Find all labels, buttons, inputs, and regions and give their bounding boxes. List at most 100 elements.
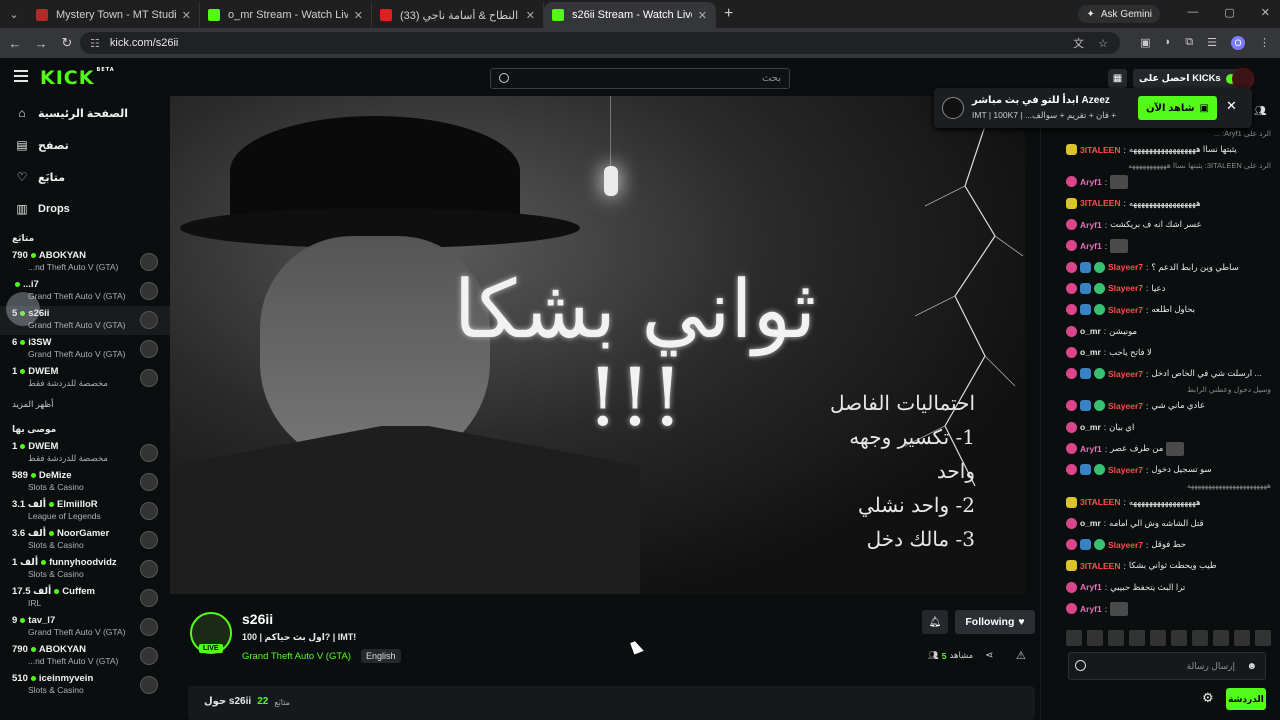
chat-users-icon[interactable]: 👥︎ (1254, 106, 1267, 117)
emoji-icon[interactable]: ☻ (1246, 661, 1257, 672)
chat-username[interactable]: Aryf1 (1080, 241, 1102, 251)
emote-button[interactable] (1234, 630, 1250, 646)
chat-username[interactable]: o_mr (1080, 518, 1101, 528)
chat-colon: : (1104, 582, 1108, 593)
chat-username[interactable]: 3ITALEEN (1080, 561, 1120, 571)
chat-username[interactable]: o_mr (1080, 422, 1101, 432)
chat-username[interactable]: Slayeer7 (1108, 401, 1143, 411)
emote-button[interactable] (1171, 630, 1187, 646)
following-button[interactable]: Following ♥ (955, 610, 1035, 634)
chat-username[interactable]: Slayeer7 (1108, 465, 1143, 475)
tab-search-icon[interactable]: ⌄ (0, 0, 28, 28)
kicks-store-icon[interactable]: ▦ (1108, 69, 1127, 88)
address-bar[interactable]: ☷ kick.com/s26ii 文 ☆ (80, 32, 1120, 54)
translate-icon[interactable]: 文 (1073, 35, 1084, 51)
extension-2-icon[interactable]: ◗ (1165, 36, 1172, 50)
report-icon[interactable]: ⚠ (1016, 649, 1026, 662)
sidebar-channel[interactable]: 1 DWEM مخصصة للدردشة فقط (0, 439, 170, 468)
video-player[interactable]: ثواني بشكا !!! احتماليات الفاصل 1- تكسير… (170, 96, 1025, 594)
emote-button[interactable] (1066, 630, 1082, 646)
viewers-icon: 👥︎ (928, 650, 939, 660)
chat-username[interactable]: Aryf1 (1080, 444, 1102, 454)
chat-settings-gear-icon[interactable]: ⚙ (1202, 690, 1214, 706)
chat-username[interactable]: Slayeer7 (1108, 283, 1143, 293)
sidebar-channel[interactable]: 790 ABOKYAN ...nd Theft Auto V (GTA) (0, 248, 170, 277)
forward-icon[interactable]: → (28, 36, 54, 51)
sidebar-channel[interactable]: 790 ABOKYAN ...nd Theft Auto V (GTA) (0, 642, 170, 671)
chat-username[interactable]: Slayeer7 (1108, 305, 1143, 315)
ask-gemini-button[interactable]: ✦ Ask Gemini (1078, 5, 1160, 23)
chat-username[interactable]: 3ITALEEN (1080, 497, 1120, 507)
sidebar-channel[interactable]: 3.6 ألف NoorGamer Slots & Casino (0, 526, 170, 555)
get-kicks-button[interactable]: احصل على KICKs (1133, 69, 1242, 88)
new-tab-button[interactable]: + (724, 5, 733, 23)
close-window-icon[interactable]: ✕ (1261, 6, 1270, 19)
chat-username[interactable]: 3ITALEEN (1080, 145, 1120, 155)
emote-button[interactable] (1192, 630, 1208, 646)
browser-menu-icon[interactable]: ⋮ (1259, 36, 1270, 50)
hamburger-menu-icon[interactable] (14, 70, 28, 82)
bookmark-star-icon[interactable]: ☆ (1098, 37, 1108, 50)
reload-icon[interactable]: ↻ (54, 35, 80, 51)
sidebar-channel[interactable]: 9 tav_l7 Grand Theft Auto V (GTA) (0, 613, 170, 642)
browser-tab[interactable]: s26ii Stream - Watch Live o ✕ (544, 2, 716, 28)
emote-button[interactable] (1129, 630, 1145, 646)
sidebar-channel[interactable]: 6 i3SW Grand Theft Auto V (GTA) (0, 335, 170, 364)
chat-username[interactable]: 3ITALEEN (1080, 198, 1120, 208)
chat-username[interactable]: Aryf1 (1080, 220, 1102, 230)
sidebar-channel[interactable]: 17.5 ألف Cuffem IRL (0, 584, 170, 613)
emote-button[interactable] (1150, 630, 1166, 646)
share-icon[interactable]: ⋖ (985, 650, 993, 661)
chat-text: يثبتها نساا هههههههههههههههههه (1128, 144, 1237, 155)
sidebar-channel[interactable]: 510 iceinmyvein Slots & Casino (0, 671, 170, 700)
sidebar-channel[interactable]: 1 DWEM مخصصة للدردشة فقط (0, 364, 170, 393)
emote-button[interactable] (1087, 630, 1103, 646)
record-icon[interactable] (1075, 660, 1086, 671)
maximize-icon[interactable]: ▢ (1224, 6, 1234, 19)
emote-button[interactable] (1255, 630, 1271, 646)
tab-close-icon[interactable]: ✕ (182, 9, 191, 22)
tab-close-icon[interactable]: ✕ (526, 9, 535, 22)
tab-close-icon[interactable]: ✕ (698, 9, 707, 22)
show-more-link[interactable]: أظهر المزيد (0, 393, 170, 416)
emote-button[interactable] (1108, 630, 1124, 646)
extension-icon[interactable]: ▣ (1140, 36, 1150, 50)
tab-close-icon[interactable]: ✕ (354, 9, 363, 22)
chat-username[interactable]: Aryf1 (1080, 177, 1102, 187)
browser-tab[interactable]: Mystery Town - MT Studios | M ✕ (28, 2, 200, 28)
streamer-name[interactable]: s26ii (242, 611, 273, 627)
notification-bell-button[interactable]: 🔔︎ (922, 610, 948, 634)
stream-category-link[interactable]: Grand Theft Auto V (GTA) (242, 651, 351, 662)
watch-now-button[interactable]: شاهد الآن ▣ (1138, 96, 1217, 120)
chat-username[interactable]: o_mr (1080, 326, 1101, 336)
minimize-icon[interactable]: — (1187, 6, 1198, 19)
browser-tab[interactable]: o_mr Stream - Watch Live on K ✕ (200, 2, 372, 28)
profile-avatar[interactable]: O (1231, 36, 1245, 50)
sidebar-channel[interactable]: 3.1 ألف ElmiilloR League of Legends (0, 497, 170, 526)
sidebar-nav-item[interactable]: ▤ تصفح (0, 129, 170, 161)
back-icon[interactable]: ← (2, 36, 28, 51)
site-info-icon[interactable]: ☷ (90, 37, 100, 50)
chat-username[interactable]: o_mr (1080, 347, 1101, 357)
chat-send-button[interactable]: الدردشة (1226, 688, 1266, 710)
browser-tab[interactable]: (33) مأمون النطاح & أسامة ناجي ✕ (372, 2, 544, 28)
chat-username[interactable]: Aryf1 (1080, 604, 1102, 614)
chat-username[interactable]: Slayeer7 (1108, 540, 1143, 550)
emote-button[interactable] (1213, 630, 1229, 646)
toast-close-icon[interactable]: ✕ (1226, 98, 1237, 114)
sidebar-nav-item[interactable]: ▥ Drops (0, 193, 170, 225)
kick-logo[interactable]: KICK BETA (40, 67, 115, 89)
chat-input[interactable]: إرسال رسالة ☻ (1068, 652, 1266, 680)
language-tag[interactable]: English (361, 649, 401, 663)
user-avatar[interactable] (1232, 68, 1254, 90)
reading-list-icon[interactable]: ☰ (1207, 36, 1217, 50)
extensions-puzzle-icon[interactable]: ⧉ (1185, 36, 1193, 50)
sidebar-nav-item[interactable]: ⌂ الصفحة الرئيسية (0, 97, 170, 129)
sidebar-channel[interactable]: 589 DeMize Slots & Casino (0, 468, 170, 497)
chat-username[interactable]: Slayeer7 (1108, 369, 1143, 379)
chat-username[interactable]: Aryf1 (1080, 582, 1102, 592)
sidebar-channel[interactable]: 1 ألف funnyhoodvidz Slots & Casino (0, 555, 170, 584)
sidebar-nav-item[interactable]: ♡ متابَع (0, 161, 170, 193)
chat-username[interactable]: Slayeer7 (1108, 262, 1143, 272)
search-input[interactable]: بحث (490, 68, 790, 89)
